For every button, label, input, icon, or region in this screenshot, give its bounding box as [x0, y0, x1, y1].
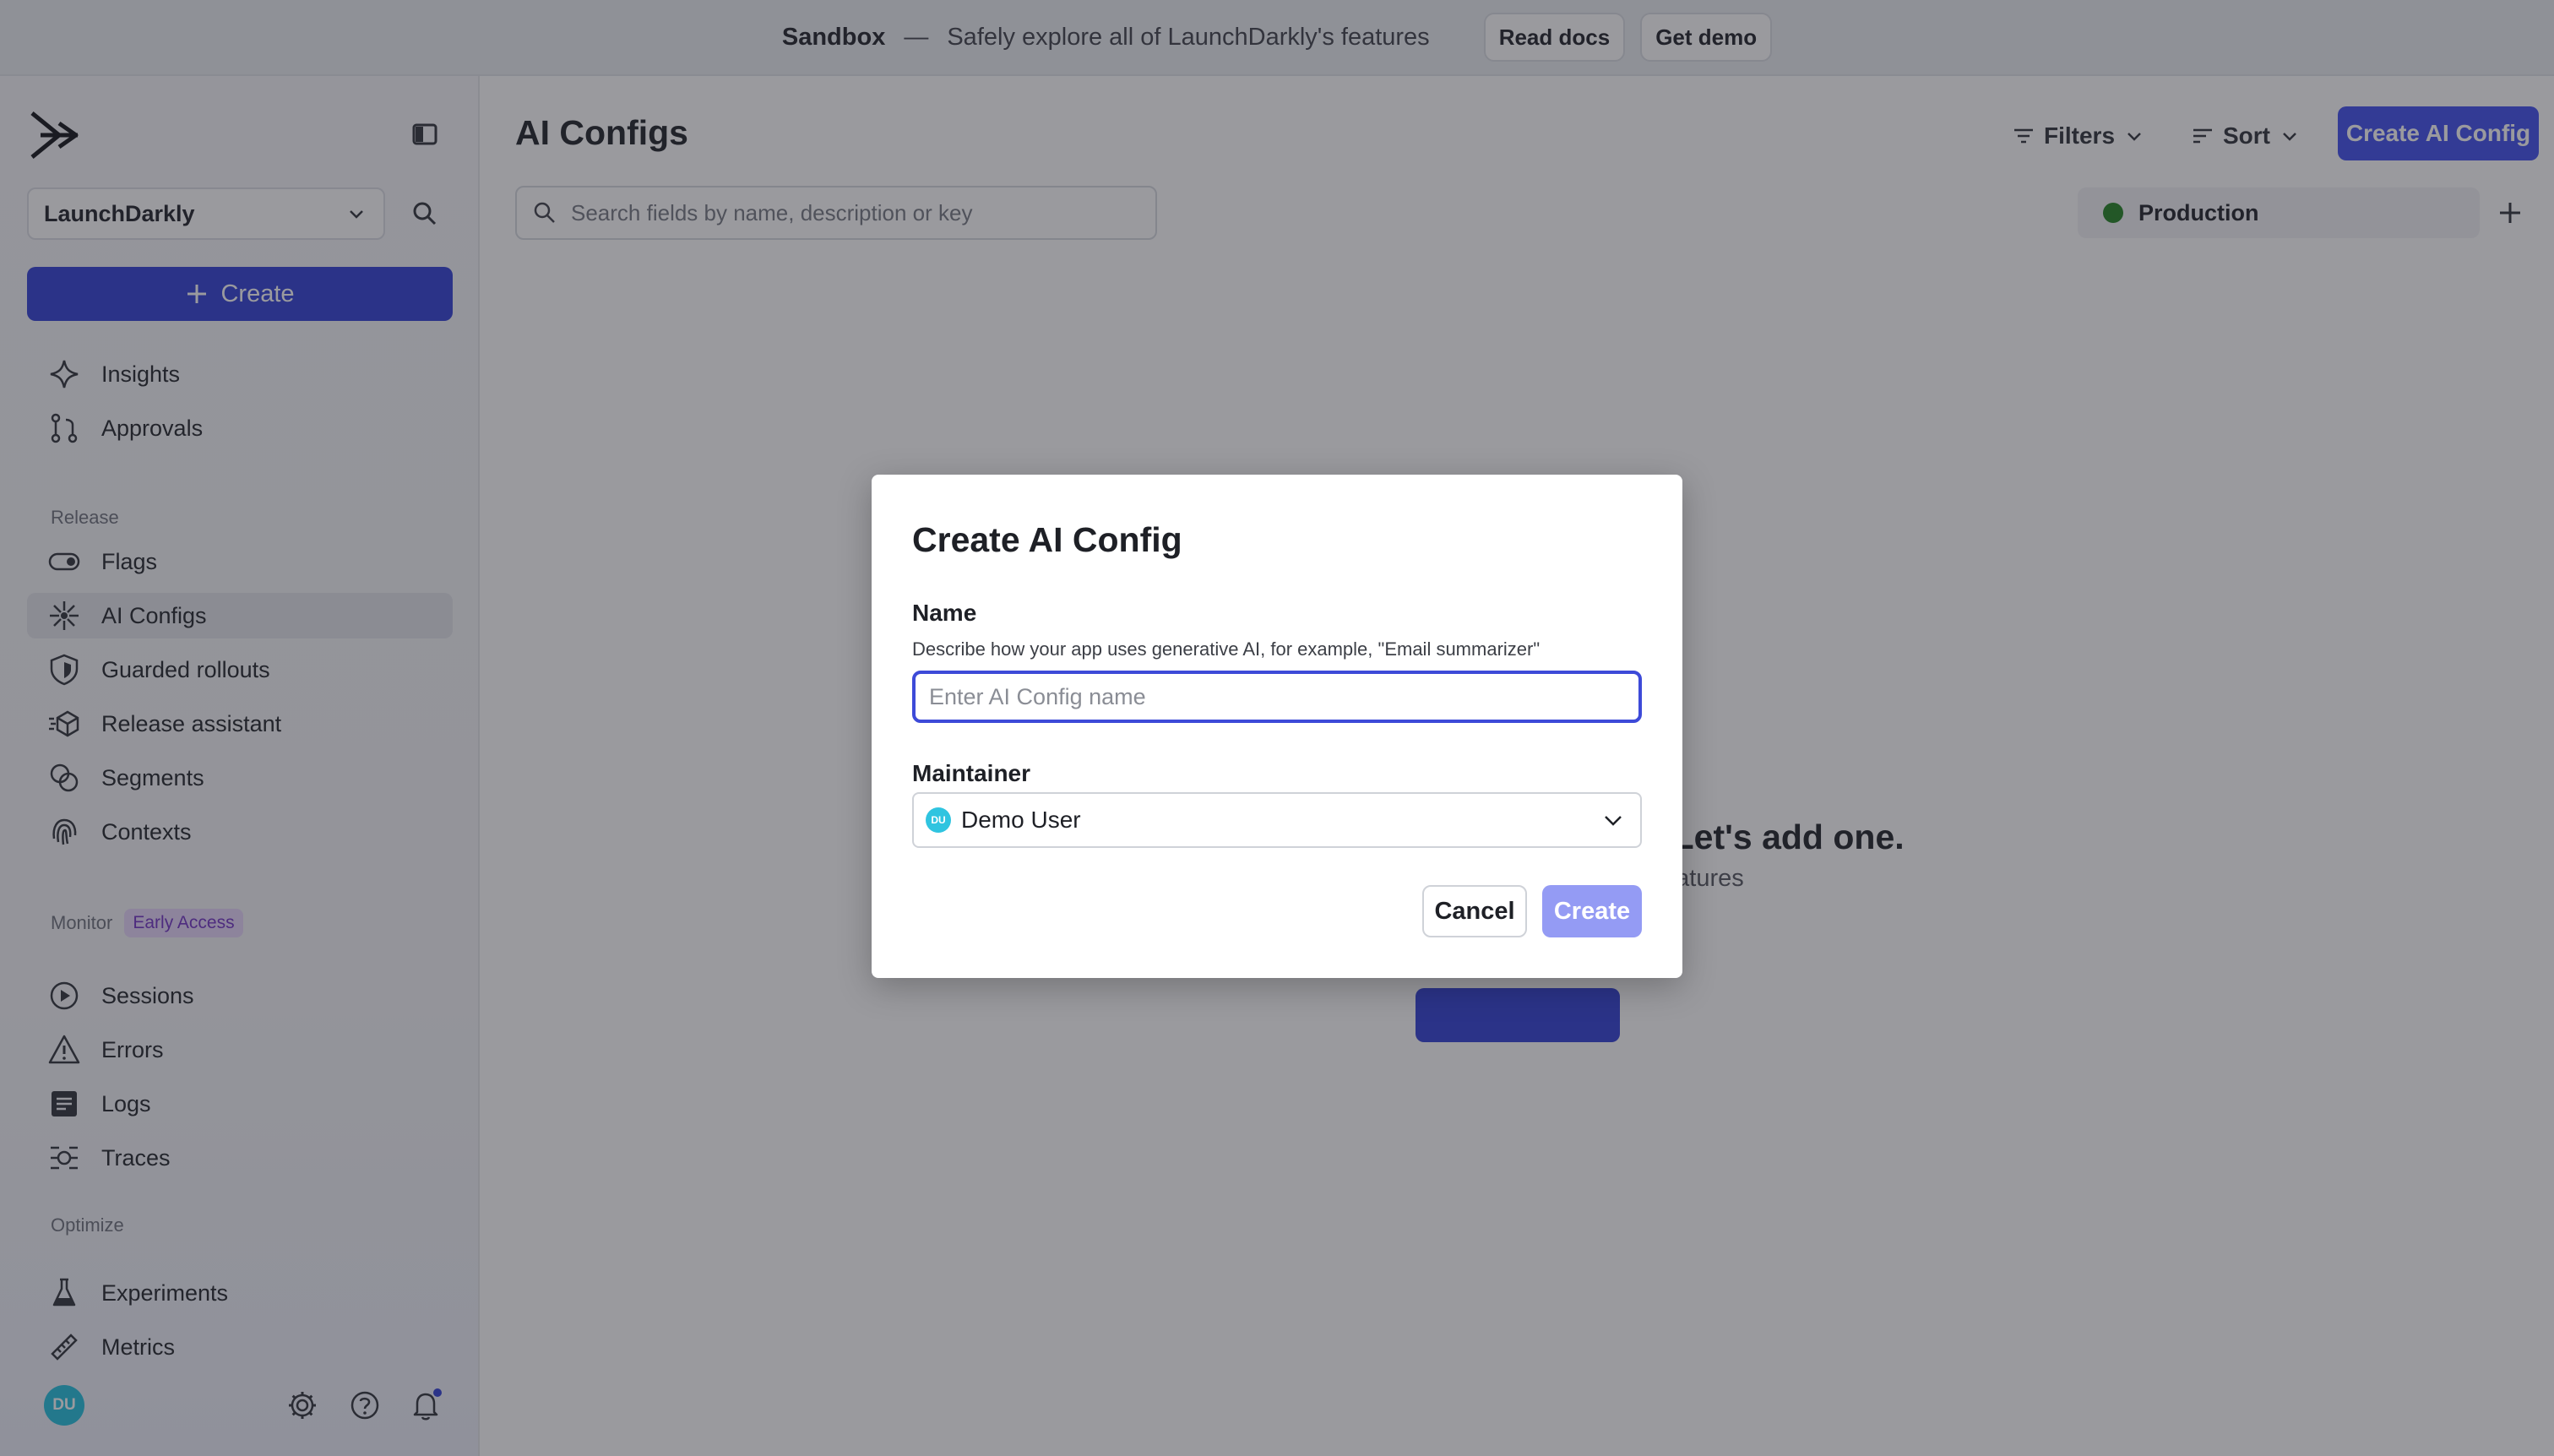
chevron-down-icon [1605, 816, 1622, 826]
app-root: Sandbox — Safely explore all of LaunchDa… [0, 0, 2554, 1456]
name-help-text: Describe how your app uses generative AI… [912, 638, 1541, 660]
create-ai-config-dialog: Create AI Config Name Describe how your … [872, 475, 1682, 978]
maintainer-value: Demo User [961, 807, 1081, 833]
maintainer-avatar: DU [926, 807, 951, 833]
name-label: Name [912, 600, 977, 626]
create-submit-button[interactable]: Create [1542, 885, 1642, 937]
name-input[interactable] [912, 671, 1642, 723]
maintainer-label: Maintainer [912, 760, 1031, 786]
maintainer-select[interactable]: DU Demo User [912, 792, 1642, 848]
dialog-title: Create AI Config [912, 520, 1182, 559]
cancel-button[interactable]: Cancel [1422, 885, 1527, 937]
